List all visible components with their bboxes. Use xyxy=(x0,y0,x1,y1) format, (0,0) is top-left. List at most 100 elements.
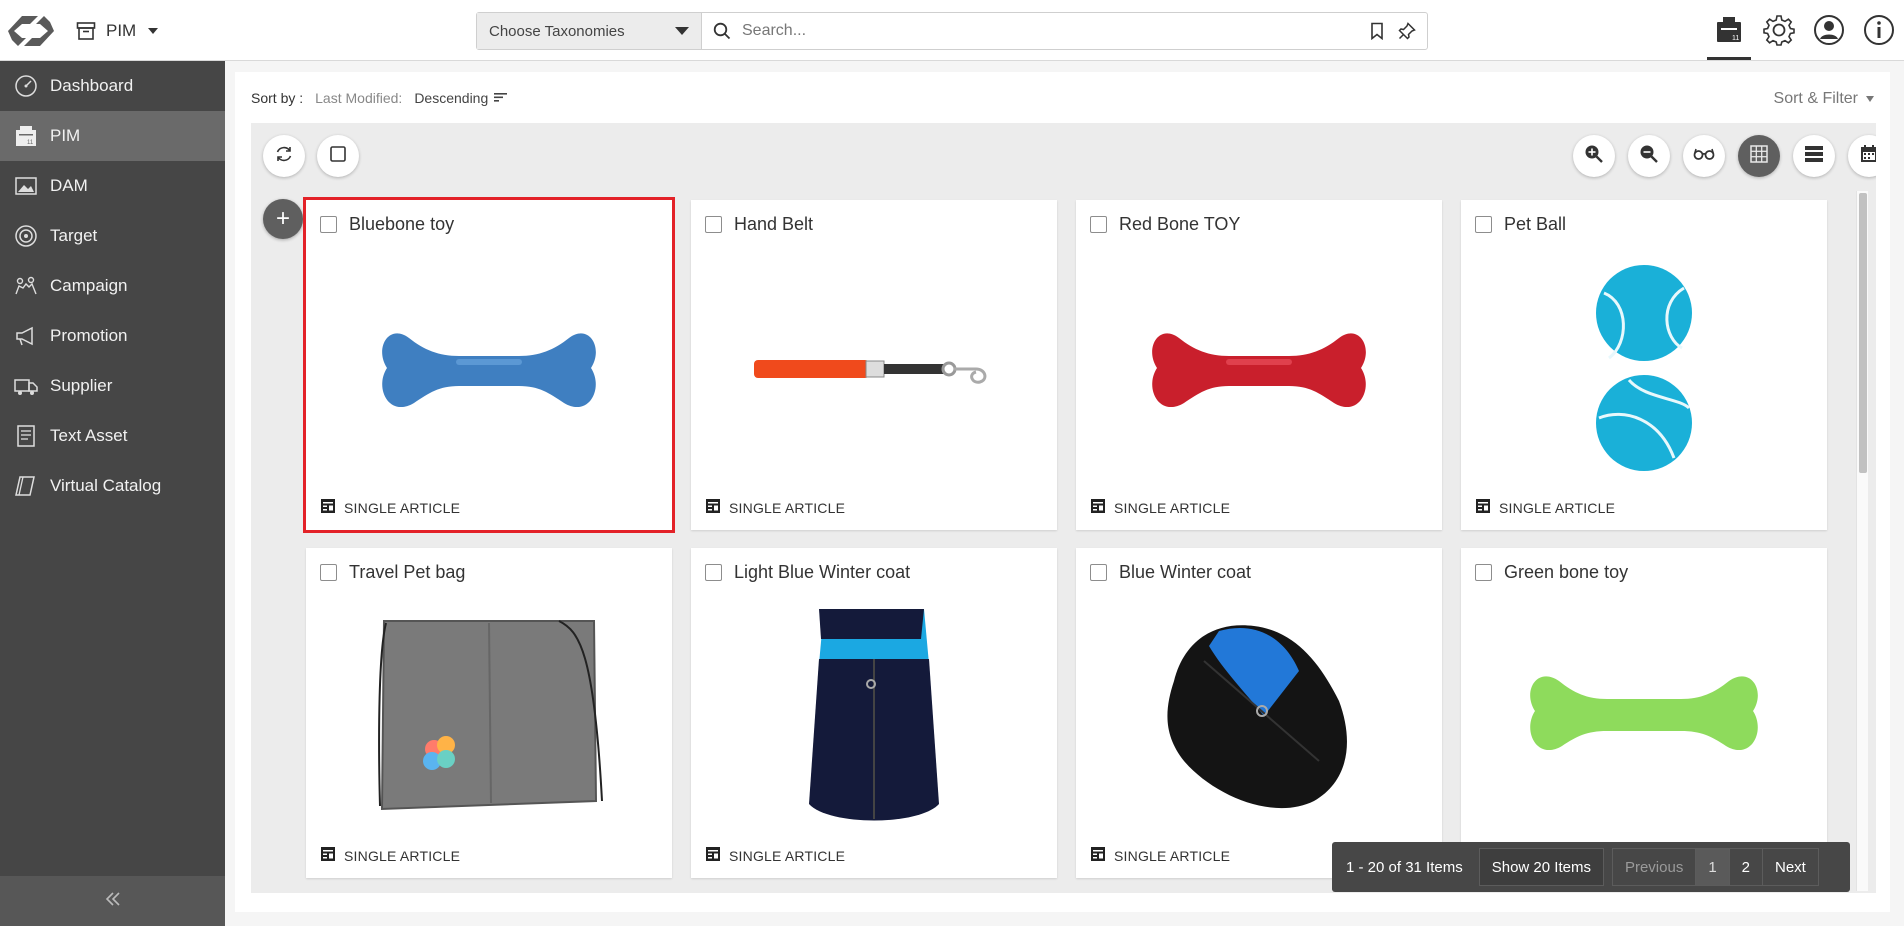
catalog-icon xyxy=(14,474,38,498)
zoom-out-button[interactable] xyxy=(1628,135,1670,177)
show-items-button[interactable]: Show 20 Items xyxy=(1478,848,1604,886)
calendar-view-button[interactable] xyxy=(1848,135,1876,177)
megaphone-icon xyxy=(14,324,38,348)
sort-key[interactable]: Last Modified: xyxy=(315,90,402,106)
card-type: SINGLE ARTICLE xyxy=(1090,846,1230,865)
refresh-button[interactable] xyxy=(263,135,305,177)
card-checkbox[interactable] xyxy=(1090,564,1107,581)
sidebar-collapse-button[interactable] xyxy=(0,876,225,926)
card-checkbox[interactable] xyxy=(705,564,722,581)
sidebar-item-dam[interactable]: DAM xyxy=(0,161,225,211)
card-checkbox[interactable] xyxy=(705,216,722,233)
grid-view-button[interactable] xyxy=(1738,135,1780,177)
search-input[interactable] xyxy=(742,22,1357,40)
card-type: SINGLE ARTICLE xyxy=(705,498,845,517)
calendar-icon[interactable]: 11 xyxy=(1704,0,1754,60)
card-type-label: SINGLE ARTICLE xyxy=(344,847,461,864)
sidebar-item-text-asset[interactable]: Text Asset xyxy=(0,411,225,461)
page-button-1[interactable]: 1 xyxy=(1696,849,1730,885)
double-chevron-left-icon xyxy=(103,889,123,914)
article-type-icon xyxy=(320,498,336,517)
card-title: Pet Ball xyxy=(1504,214,1567,234)
product-card[interactable]: Hand Belt SINGLE ARTICLE xyxy=(691,200,1057,530)
bookmark-icon[interactable] xyxy=(1367,21,1387,41)
grid-view-icon xyxy=(1749,144,1769,169)
dam-icon xyxy=(14,174,38,198)
page-button-2[interactable]: 2 xyxy=(1730,849,1763,885)
sort-direction-toggle[interactable]: Descending xyxy=(414,90,508,106)
zoom-in-button[interactable] xyxy=(1573,135,1615,177)
sidebar-item-campaign[interactable]: Campaign xyxy=(0,261,225,311)
sidebar-item-label: Promotion xyxy=(50,326,128,345)
sort-filter-toggle[interactable]: Sort & Filter xyxy=(1774,90,1874,108)
user-icon[interactable] xyxy=(1804,0,1854,60)
gear-icon[interactable] xyxy=(1754,0,1804,60)
sidebar-item-label: Campaign xyxy=(50,276,128,295)
sidebar: Dashboard 11 PIM DAM Target Campaign Pro… xyxy=(0,61,225,926)
card-checkbox[interactable] xyxy=(320,216,337,233)
card-header: Red Bone TOY xyxy=(1090,214,1240,235)
info-icon[interactable] xyxy=(1854,0,1904,60)
article-type-icon xyxy=(1475,498,1491,517)
product-card[interactable]: Red Bone TOY SINGLE ARTICLE xyxy=(1076,200,1442,530)
zoom-out-icon xyxy=(1639,144,1659,169)
card-type: SINGLE ARTICLE xyxy=(1090,498,1230,517)
refresh-icon xyxy=(274,144,294,169)
next-page-button[interactable]: Next xyxy=(1763,849,1818,885)
dashboard-icon xyxy=(14,74,38,98)
select-all-icon xyxy=(329,145,347,168)
product-image xyxy=(1481,252,1807,484)
card-type-label: SINGLE ARTICLE xyxy=(1114,499,1231,516)
product-image xyxy=(1096,600,1422,832)
sidebar-item-supplier[interactable]: Supplier xyxy=(0,361,225,411)
sidebar-item-label: Supplier xyxy=(50,376,113,395)
taxonomy-label: Choose Taxonomies xyxy=(489,22,625,40)
card-title: Blue Winter coat xyxy=(1119,562,1252,582)
sidebar-item-target[interactable]: Target xyxy=(0,211,225,261)
sidebar-item-label: Target xyxy=(50,226,98,245)
sidebar-item-label: Dashboard xyxy=(50,76,134,95)
article-type-icon xyxy=(705,498,721,517)
product-card[interactable]: Travel Pet bag SINGLE ARTICLE xyxy=(306,548,672,878)
product-card[interactable]: Light Blue Winter coat SINGLE ARTICLE xyxy=(691,548,1057,878)
product-card[interactable]: Blue Winter coat SINGLE ARTICLE xyxy=(1076,548,1442,878)
page-controls: Previous 1 2 Next xyxy=(1611,848,1819,886)
sidebar-item-promotion[interactable]: Promotion xyxy=(0,311,225,361)
module-switcher[interactable]: PIM xyxy=(76,18,159,44)
list-view-button[interactable] xyxy=(1793,135,1835,177)
logo-icon[interactable] xyxy=(8,12,54,50)
card-type-label: SINGLE ARTICLE xyxy=(1114,847,1231,864)
sidebar-item-pim[interactable]: 11 PIM xyxy=(0,111,225,161)
product-image xyxy=(1096,252,1422,484)
scrollbar-thumb[interactable] xyxy=(1859,193,1867,473)
product-card[interactable]: Pet Ball SINGLE ARTICLE xyxy=(1461,200,1827,530)
sidebar-item-virtual-catalog[interactable]: Virtual Catalog xyxy=(0,461,225,511)
card-header: Blue Winter coat xyxy=(1090,562,1251,583)
card-checkbox[interactable] xyxy=(1090,216,1107,233)
product-image xyxy=(711,252,1037,484)
card-title: Red Bone TOY xyxy=(1119,214,1241,234)
svg-text:11: 11 xyxy=(1732,35,1739,42)
document-icon xyxy=(14,424,38,448)
calendar-view-icon xyxy=(1859,144,1876,169)
zoom-in-icon xyxy=(1584,144,1604,169)
sidebar-item-dashboard[interactable]: Dashboard xyxy=(0,61,225,111)
product-card[interactable]: Bluebone toy SINGLE ARTICLE xyxy=(303,197,675,533)
chevron-down-icon xyxy=(675,27,689,35)
product-card[interactable]: Green bone toy xyxy=(1461,548,1827,878)
previous-page-button[interactable]: Previous xyxy=(1613,849,1697,885)
top-right-actions: 11 xyxy=(1704,0,1904,60)
add-product-button[interactable]: + xyxy=(263,199,303,239)
card-type-label: SINGLE ARTICLE xyxy=(729,499,846,516)
card-checkbox[interactable] xyxy=(1475,216,1492,233)
card-header: Pet Ball xyxy=(1475,214,1566,235)
preview-button[interactable] xyxy=(1683,135,1725,177)
taxonomy-dropdown[interactable]: Choose Taxonomies xyxy=(477,13,702,49)
card-checkbox[interactable] xyxy=(1475,564,1492,581)
card-title: Green bone toy xyxy=(1504,562,1629,582)
card-header: Light Blue Winter coat xyxy=(705,562,910,583)
grid-scrollbar[interactable] xyxy=(1856,191,1868,891)
card-checkbox[interactable] xyxy=(320,564,337,581)
select-all-button[interactable] xyxy=(317,135,359,177)
pin-icon[interactable] xyxy=(1397,21,1417,41)
